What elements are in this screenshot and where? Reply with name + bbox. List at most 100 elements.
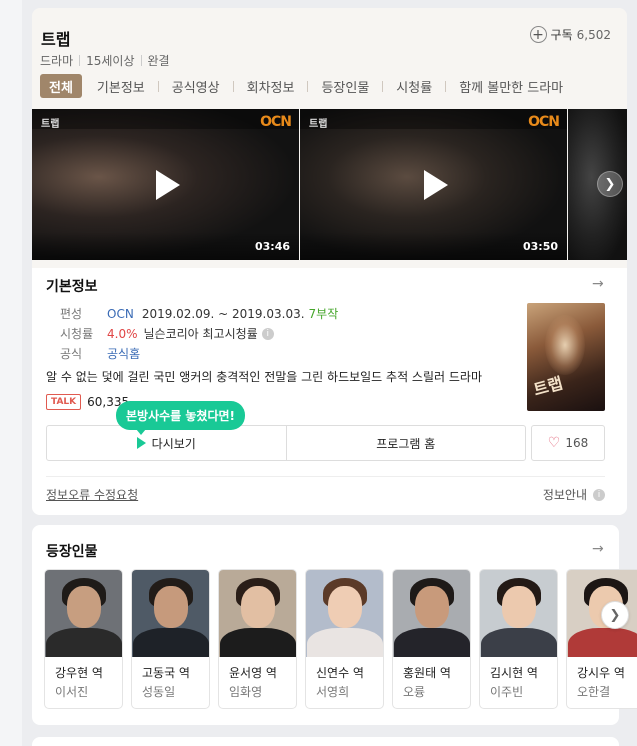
meta-genre: 드라마	[40, 54, 74, 68]
cast-item[interactable]: 고동국 역 성동일	[131, 569, 210, 709]
tab-all[interactable]: 전체	[40, 74, 82, 98]
plus-icon: +	[529, 26, 547, 43]
rating-source: 닐슨코리아 최고시청률	[143, 327, 258, 341]
rating-value: 4.0%	[107, 326, 138, 341]
arrow-right-icon[interactable]: →	[592, 276, 604, 292]
cast-photo	[132, 570, 209, 657]
info-guide-label: 정보안내	[542, 488, 587, 502]
subscribe-button[interactable]: + 구독 6,502	[529, 26, 611, 43]
episodes-link[interactable]: 7부작	[309, 305, 339, 322]
video-top-overlay	[300, 109, 567, 129]
cast-role: 홍원태 역	[403, 666, 451, 680]
official-row: 공식 공식홈	[60, 345, 140, 362]
video-thumbnail[interactable]: 트랩 OCN 03:50	[300, 109, 567, 260]
arrow-right-icon[interactable]: →	[592, 541, 604, 557]
tab-bar: 전체 기본정보 공식영상 회차정보 등장인물 시청률 함께 볼만한 드라마	[40, 74, 576, 98]
tab-ratings[interactable]: 시청률	[383, 74, 445, 98]
rating-label: 시청률	[60, 327, 94, 341]
cast-photo	[219, 570, 296, 657]
cast-item[interactable]: 강시우 역 오한결	[566, 569, 637, 709]
cast-actor: 이주빈	[490, 685, 524, 699]
channel-link[interactable]: OCN	[107, 307, 134, 321]
photo-body	[45, 628, 122, 657]
photo-face	[240, 586, 275, 628]
broadcast-label: 편성	[60, 307, 83, 321]
cast-actor: 임화영	[229, 685, 263, 699]
photo-face	[501, 586, 536, 628]
cast-photo	[306, 570, 383, 657]
meta-age-rating: 15세이상	[86, 54, 135, 68]
replay-play-icon	[136, 437, 146, 449]
meta-status: 완결	[147, 54, 170, 68]
video-title-overlay: 트랩	[309, 119, 328, 130]
meta-separator	[79, 55, 81, 66]
talk-badge: TALK	[46, 394, 82, 410]
photo-body	[567, 628, 637, 657]
cast-photo	[393, 570, 470, 657]
video-next-arrow-icon[interactable]: ❯	[597, 171, 623, 197]
video-thumbnail[interactable]: 트랩 OCN 03:46	[32, 109, 299, 260]
play-icon[interactable]	[423, 169, 448, 200]
poster-art	[545, 315, 585, 375]
info-icon[interactable]: i	[261, 327, 274, 340]
cast-role: 신연수 역	[316, 666, 364, 680]
cast-actor: 성동일	[142, 685, 176, 699]
tab-official-video[interactable]: 공식영상	[159, 74, 233, 98]
replay-label: 다시보기	[151, 436, 196, 451]
info-guide-link[interactable]: 정보안내 i	[543, 486, 605, 503]
drama-meta: 드라마 15세이상 완결	[40, 52, 170, 69]
tab-cast[interactable]: 등장인물	[308, 74, 382, 98]
photo-body	[480, 628, 557, 657]
program-home-label: 프로그램 홈	[376, 436, 436, 451]
cast-role: 강시우 역	[577, 666, 625, 680]
next-card-partial	[32, 737, 619, 746]
official-home-link[interactable]: 공식홈	[107, 345, 140, 362]
video-top-overlay	[32, 109, 299, 129]
like-count: 168	[565, 436, 589, 450]
cast-item[interactable]: 강우현 역 이서진	[44, 569, 123, 709]
cast-list: 강우현 역 이서진 고동국 역 성동일 윤서영 역 임화영 신연수 역 서영희 …	[44, 569, 637, 709]
program-home-button[interactable]: 프로그램 홈	[285, 426, 526, 460]
cast-photo	[45, 570, 122, 657]
subscribe-count: 6,502	[576, 27, 611, 42]
replay-tooltip: 본방사수를 놓쳤다면!	[116, 401, 246, 435]
report-error-link[interactable]: 정보오류 수정요청	[46, 486, 138, 503]
replay-button[interactable]: 다시보기	[47, 426, 286, 460]
photo-body	[306, 628, 383, 657]
cast-item[interactable]: 신연수 역 서영희	[305, 569, 384, 709]
cast-actor: 오륭	[403, 685, 426, 699]
left-margin-strip	[0, 0, 22, 746]
photo-face	[414, 586, 449, 628]
channel-logo: OCN	[528, 114, 560, 130]
cast-role: 윤서영 역	[229, 666, 277, 680]
cast-item[interactable]: 윤서영 역 임화영	[218, 569, 297, 709]
cast-role: 강우현 역	[55, 666, 103, 680]
drama-poster[interactable]: 트랩	[527, 303, 605, 411]
cast-next-arrow-icon[interactable]: ❯	[601, 601, 629, 629]
video-duration: 03:50	[522, 240, 558, 253]
cast-actor: 서영희	[316, 685, 350, 699]
tab-recommended[interactable]: 함께 볼만한 드라마	[446, 74, 576, 98]
drama-info-card: 트랩 드라마 15세이상 완결 + 구독 6,502 전체 기본정보 공식영상 …	[32, 8, 627, 515]
play-icon[interactable]	[155, 169, 180, 200]
page-title: 트랩	[41, 30, 71, 49]
subscribe-label: 구독	[550, 28, 573, 42]
photo-body	[219, 628, 296, 657]
photo-face	[327, 586, 362, 628]
photo-body	[393, 628, 470, 657]
photo-face	[66, 586, 101, 628]
photo-face	[153, 586, 188, 628]
video-duration: 03:46	[254, 240, 290, 253]
cast-item[interactable]: 홍원태 역 오륭	[392, 569, 471, 709]
cast-role: 김시현 역	[490, 666, 538, 680]
cast-photo	[480, 570, 557, 657]
rating-row: 시청률 4.0% 닐슨코리아 최고시청률 i	[60, 325, 274, 342]
tab-episodes[interactable]: 회차정보	[234, 74, 308, 98]
tab-basic-info[interactable]: 기본정보	[84, 74, 158, 98]
official-label: 공식	[60, 347, 83, 361]
action-button-group: 다시보기 프로그램 홈	[46, 425, 526, 461]
cast-item[interactable]: 김시현 역 이주빈	[479, 569, 558, 709]
like-button[interactable]: ♡ 168	[531, 425, 605, 461]
meta-separator	[140, 55, 142, 66]
divider	[46, 476, 605, 477]
